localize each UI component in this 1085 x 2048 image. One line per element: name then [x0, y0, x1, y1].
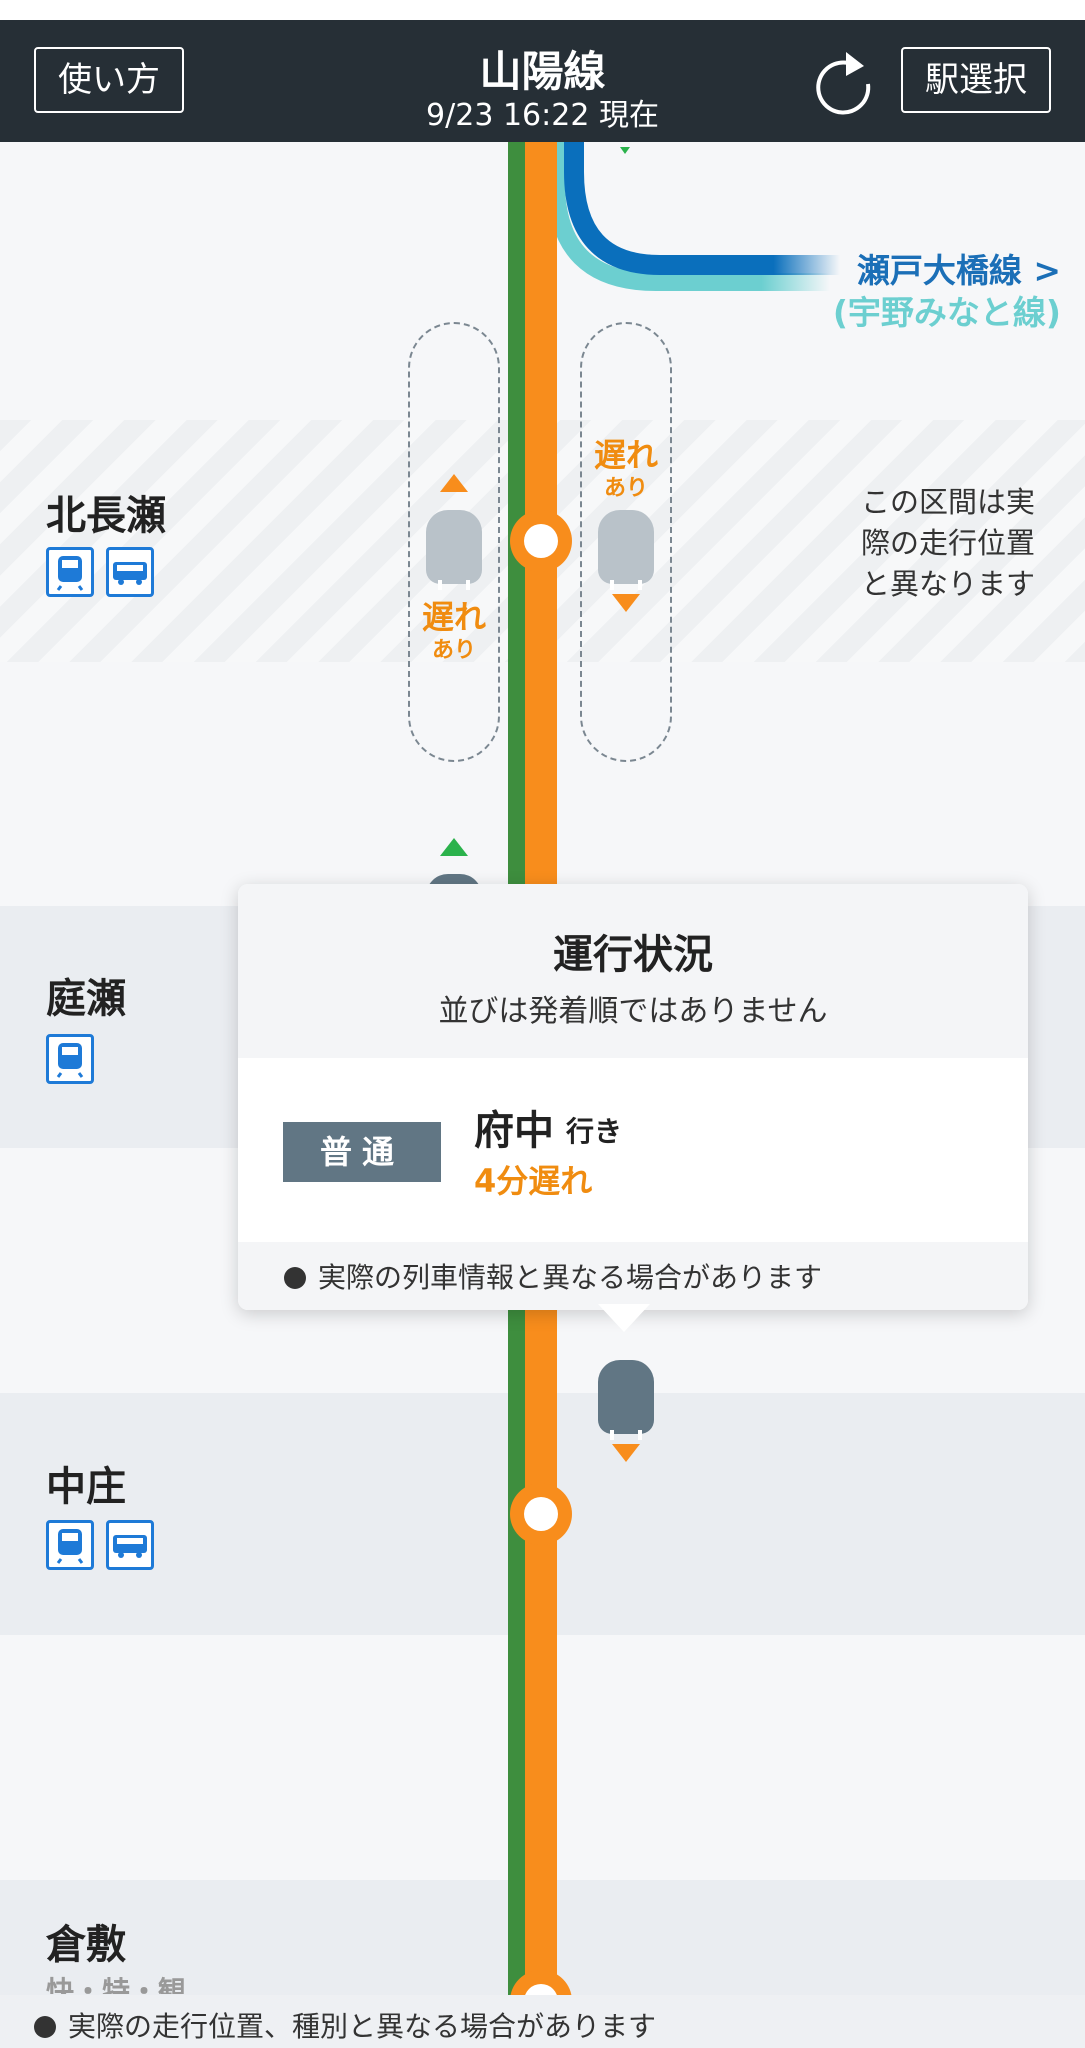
station-marker-kitanagase[interactable]: [510, 510, 572, 572]
direction-down-arrow: [612, 1444, 640, 1462]
popup-title: 運行状況: [553, 932, 713, 978]
train-marker-selected[interactable]: [598, 1360, 654, 1440]
footer-bar: 実際の走行位置、種別と異なる場合があります: [0, 1995, 1085, 2048]
train-marker-down[interactable]: [598, 510, 654, 590]
popup-header: 運行状況 並びは発着順ではありません: [238, 884, 1028, 1058]
delay-badge-sub: あり: [431, 638, 476, 663]
train-destination: 府中: [474, 1108, 554, 1154]
station-name-kitanagase[interactable]: 北長瀬: [46, 483, 166, 541]
train-icon: [46, 1520, 94, 1570]
branch-link-seto-ohashi[interactable]: 瀬戸大橋線 >: [857, 244, 1061, 292]
status-bar: [0, 0, 1085, 20]
station-name-kurashiki[interactable]: 倉敷: [46, 1912, 126, 1970]
refresh-icon[interactable]: [810, 46, 876, 116]
train-type-badge: 普通: [283, 1122, 441, 1182]
train-delay: 4分遅れ: [474, 1162, 593, 1200]
section-note: この区間は実際の走行位置と異なります: [861, 485, 1036, 601]
station-name-niwase[interactable]: 庭瀬: [46, 966, 126, 1024]
footer-note: 実際の走行位置、種別と異なる場合があります: [34, 2005, 656, 2045]
station-name-nakasho[interactable]: 中庄: [46, 1454, 126, 1512]
popup-footer: 実際の列車情報と異なる場合があります: [238, 1242, 1028, 1310]
branch-sub-uno-minato: (宇野みなと線): [832, 293, 1061, 332]
bus-icon: [106, 1520, 154, 1570]
bus-icon: [106, 547, 154, 597]
direction-up-arrow: [440, 474, 468, 492]
bullet-icon: [34, 2016, 56, 2038]
app-header: 使い方 山陽線 9/23 16:22 現在 駅選択: [0, 20, 1085, 142]
popup-note: 実際の列車情報と異なる場合があります: [284, 1256, 822, 1296]
bullet-icon: [284, 1267, 306, 1289]
station-marker-nakasho[interactable]: [510, 1483, 572, 1545]
train-icon: [46, 547, 94, 597]
train-marker-up[interactable]: [426, 510, 482, 590]
footer-note-text: 実際の走行位置、種別と異なる場合があります: [68, 2010, 657, 2043]
popup-pointer: [598, 1304, 650, 1332]
popup-subtitle: 並びは発着順ではありません: [438, 994, 828, 1029]
operation-status-popup[interactable]: 運行状況 並びは発着順ではありません 普通 府中 行き 4分遅れ 実際の列車情報…: [238, 884, 1028, 1332]
station-service-types: 快・特・観: [46, 1975, 187, 1994]
station-select-button[interactable]: 駅選択: [901, 47, 1051, 113]
delay-badge-sub: あり: [603, 476, 648, 501]
train-destination-suffix: 行き: [566, 1115, 623, 1148]
train-icon: [46, 1034, 94, 1084]
popup-note-text: 実際の列車情報と異なる場合があります: [318, 1261, 823, 1294]
direction-down-arrow: [612, 594, 640, 612]
direction-up-arrow: [440, 838, 468, 856]
